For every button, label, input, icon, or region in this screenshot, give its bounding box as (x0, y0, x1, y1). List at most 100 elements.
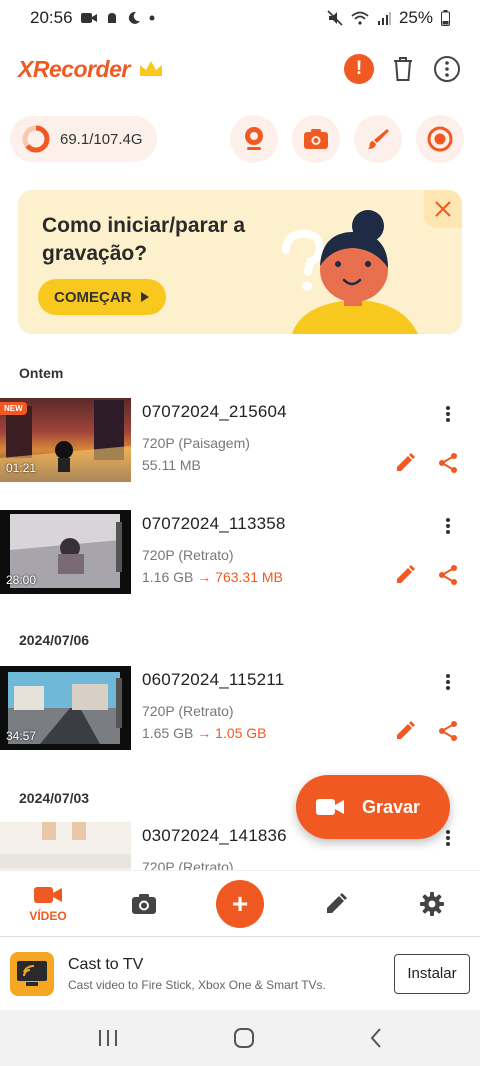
video-resolution: 720P (Paisagem) (142, 435, 250, 451)
video-thumbnail[interactable]: 28:00 (0, 510, 131, 594)
ad-install-button[interactable]: Instalar (394, 953, 470, 994)
video-thumbnail[interactable]: 34:57 (0, 666, 131, 750)
video-title: 03072024_141836 (142, 826, 287, 845)
app-logo: XRecorder (18, 55, 130, 82)
video-item[interactable]: 34:57 06072024_115211 720P (Retrato) 1.6… (0, 666, 480, 750)
record-button[interactable]: Gravar (296, 775, 450, 839)
more-vert-icon (446, 406, 450, 422)
tutorial-banner[interactable]: Como iniciar/parar a gravação? COMEÇAR (18, 190, 462, 334)
more-vert-icon (446, 518, 450, 534)
section-header-date: 2024/07/06 (19, 632, 90, 648)
record-icon (427, 126, 453, 152)
tools-row: 69.1/107.4G (0, 114, 480, 164)
video-more-button[interactable] (436, 402, 460, 426)
exclamation-icon: ! (355, 58, 363, 79)
video-item[interactable]: 28:00 07072024_113358 720P (Retrato) 1.1… (0, 510, 480, 594)
video-share-button[interactable] (437, 720, 459, 742)
nav-settings[interactable] (384, 871, 480, 937)
status-time: 20:56 (30, 8, 73, 27)
status-bar: 20:56 25% (0, 0, 480, 36)
compressed-arrow-icon: → (193, 569, 216, 585)
storage-ring-icon (22, 125, 50, 153)
video-size-original: 1.65 GB (142, 725, 194, 741)
premium-crown-icon[interactable] (138, 59, 164, 79)
video-share-button[interactable] (437, 452, 459, 474)
mute-status-icon (327, 10, 343, 26)
share-icon (439, 565, 457, 585)
video-item[interactable]: NEW 01:21 07072024_215604 720P (Paisagem… (0, 398, 480, 482)
video-size-compressed: 1.05 GB (215, 725, 267, 741)
facecam-button[interactable] (230, 115, 278, 163)
nav-add[interactable]: + (192, 871, 288, 937)
dot-status-icon (149, 15, 155, 21)
video-share-button[interactable] (437, 564, 459, 586)
video-size: 55.11 MB (142, 457, 201, 473)
video-edit-button[interactable] (394, 564, 416, 586)
bottom-nav: VÍDEO + (0, 870, 480, 936)
system-nav-bar (0, 1010, 480, 1066)
video-thumbnail[interactable] (0, 822, 131, 870)
pencil-icon (397, 453, 415, 471)
home-icon[interactable] (233, 1027, 255, 1049)
battery-icon (441, 10, 450, 26)
share-icon (439, 721, 457, 741)
game-scene-image (0, 822, 131, 868)
plus-icon: + (216, 879, 264, 928)
video-edit-button[interactable] (394, 452, 416, 474)
video-resolution: 720P (Retrato) (142, 859, 234, 870)
video-thumbnail[interactable]: NEW 01:21 (0, 398, 131, 482)
video-size: 1.65 GB → 1.05 GB (142, 725, 267, 741)
recent-apps-icon[interactable] (97, 1029, 119, 1047)
record-label: Gravar (362, 796, 421, 817)
video-title: 07072024_113358 (142, 514, 286, 533)
ad-banner[interactable]: Cast to TV Cast video to Fire Stick, Xbo… (0, 936, 480, 1010)
brush-tool-button[interactable] (354, 115, 402, 163)
back-icon[interactable] (369, 1027, 383, 1049)
video-duration: 34:57 (6, 729, 37, 743)
start-tutorial-button[interactable]: COMEÇAR (38, 279, 166, 315)
video-more-button[interactable] (436, 670, 460, 694)
moon-status-icon (127, 11, 141, 25)
nav-video[interactable]: VÍDEO (0, 871, 96, 937)
cast-app-icon (10, 951, 54, 996)
nav-edit[interactable] (288, 871, 384, 937)
video-camera-icon (316, 799, 344, 815)
video-camera-icon (34, 886, 62, 903)
camera-icon (132, 893, 156, 914)
delete-button[interactable] (388, 54, 418, 84)
share-icon (439, 453, 457, 473)
video-edit-button[interactable] (394, 720, 416, 742)
more-vert-icon (446, 830, 450, 846)
more-vert-icon (446, 674, 450, 690)
start-tutorial-label: COMEÇAR (54, 288, 132, 306)
section-header-yesterday: Ontem (19, 365, 64, 381)
section-header-date: 2024/07/03 (19, 790, 90, 806)
video-size-compressed: 763.31 MB (215, 569, 283, 585)
woman-illustration-icon (282, 210, 418, 334)
video-duration: 28:00 (6, 573, 37, 587)
silent-mode-status-icon (105, 11, 119, 25)
more-circle-icon (434, 56, 460, 82)
video-more-button[interactable] (436, 514, 460, 538)
wifi-status-icon (351, 11, 369, 25)
ad-title: Cast to TV (68, 955, 144, 973)
video-camera-status-icon (80, 12, 97, 24)
record-tool-button[interactable] (416, 115, 464, 163)
storage-indicator[interactable]: 69.1/107.4G (10, 116, 157, 162)
nav-video-label: VÍDEO (29, 908, 67, 923)
screenshot-tool-button[interactable] (292, 115, 340, 163)
battery-percent: 25% (398, 8, 433, 27)
camera-icon (304, 129, 328, 149)
pencil-icon (327, 892, 347, 913)
compressed-arrow-icon: → (193, 725, 216, 741)
video-title: 06072024_115211 (142, 670, 285, 689)
pencil-icon (397, 721, 415, 739)
storage-text: 69.1/107.4G (60, 130, 143, 148)
nav-screenshots[interactable] (96, 871, 192, 937)
app-bar: XRecorder ! (0, 44, 480, 94)
alert-button[interactable]: ! (344, 54, 374, 84)
banner-title: Como iniciar/parar a gravação? (42, 214, 246, 265)
ad-subtitle: Cast video to Fire Stick, Xbox One & Sma… (68, 977, 326, 992)
cast-to-tv-icon (17, 960, 47, 986)
more-options-button[interactable] (432, 54, 462, 84)
